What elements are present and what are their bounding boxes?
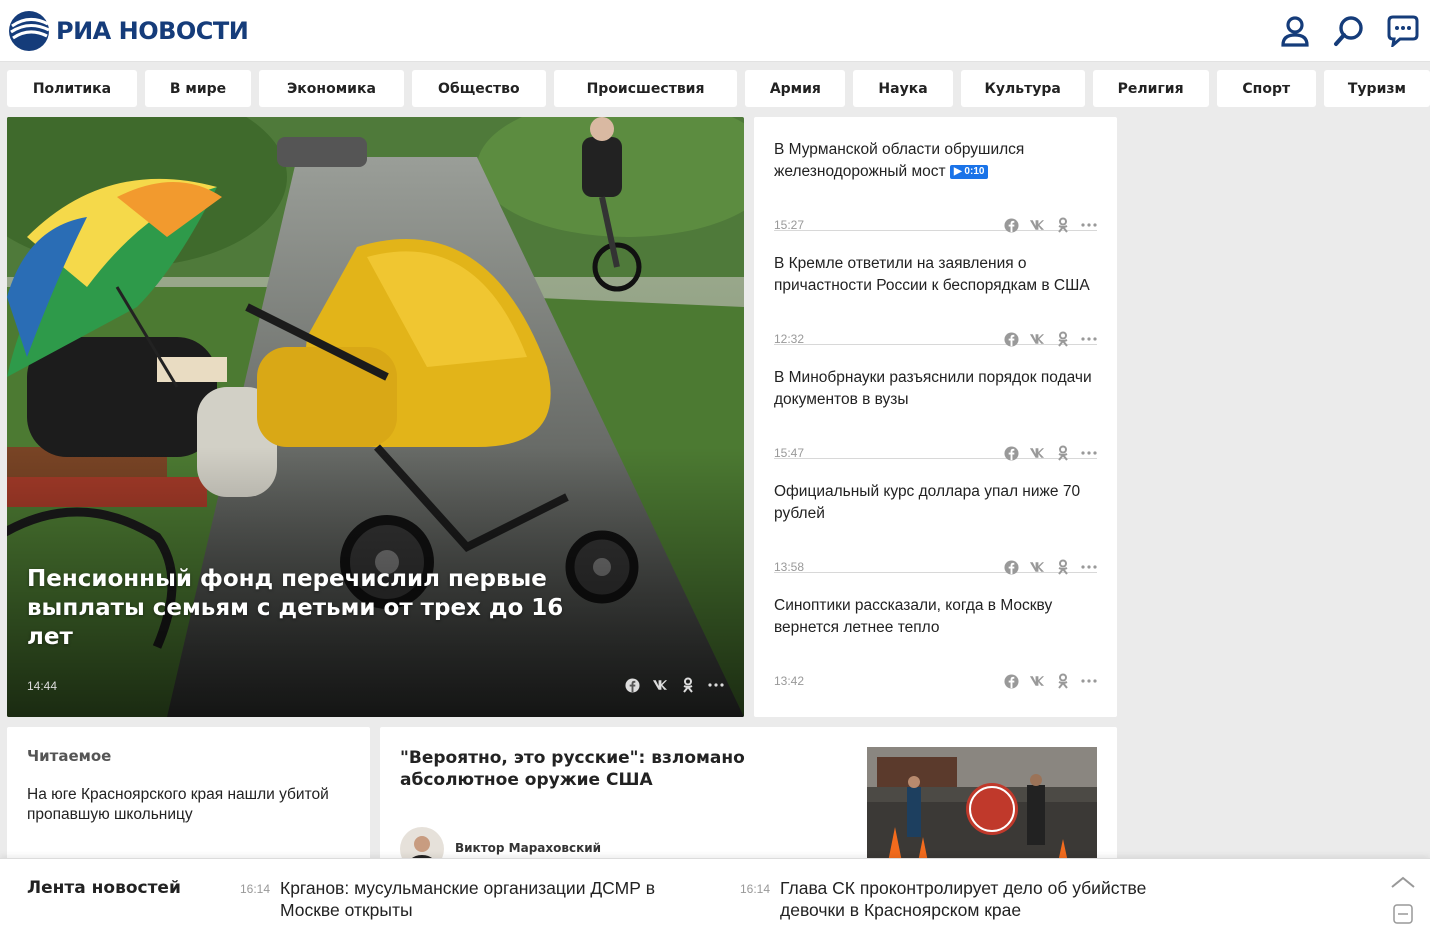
vk-icon[interactable] — [1029, 673, 1045, 689]
nav-item-society[interactable]: Общество — [411, 70, 546, 107]
share-bar — [1003, 673, 1097, 689]
news-item[interactable]: В Минобрнауки разъяснили порядок подачи … — [774, 345, 1097, 461]
site-header: РИА НОВОСТИ — [0, 0, 1430, 62]
ok-icon[interactable] — [680, 677, 696, 693]
hero-article[interactable]: Пенсионный фонд перечислил первые выплат… — [7, 117, 744, 717]
author-name[interactable]: Виктор Мараховский — [455, 841, 601, 855]
nav-item-army[interactable]: Армия — [745, 70, 846, 107]
news-title[interactable]: В Мурманской области обрушился железнодо… — [774, 139, 1094, 183]
opinion-card[interactable]: "Вероятно, это русские": взломано абсолю… — [380, 727, 1117, 871]
opinion-title[interactable]: "Вероятно, это русские": взломано абсолю… — [400, 747, 840, 791]
nav-item-culture[interactable]: Культура — [960, 70, 1085, 107]
news-item[interactable]: В Мурманской области обрушился железнодо… — [774, 117, 1097, 233]
hero-title[interactable]: Пенсионный фонд перечислил первые выплат… — [27, 565, 587, 652]
hero-time: 14:44 — [27, 679, 58, 693]
nav-item-economy[interactable]: Экономика — [259, 70, 404, 107]
ticker-label[interactable]: Лента новостей — [27, 878, 181, 898]
opinion-photo[interactable] — [867, 747, 1097, 867]
nav-item-science[interactable]: Наука — [853, 70, 953, 107]
news-title[interactable]: В Кремле ответили на заявления о причаст… — [774, 253, 1094, 297]
news-ticker: Лента новостей 16:14 Крганов: мусульманс… — [0, 858, 1430, 934]
nav-item-sport[interactable]: Спорт — [1216, 70, 1316, 107]
ria-logo-icon — [9, 11, 50, 51]
ticker-text[interactable]: Крганов: мусульманские организации ДСМР … — [280, 877, 660, 921]
search-icon[interactable] — [1332, 14, 1366, 48]
ticker-text[interactable]: Глава СК проконтролирует дело об убийств… — [780, 877, 1160, 921]
most-read-heading[interactable]: Читаемое — [27, 747, 350, 765]
most-read-card: Читаемое На юге Красноярского края нашли… — [7, 727, 370, 867]
news-time: 15:47 — [774, 446, 805, 460]
news-time: 12:32 — [774, 332, 805, 346]
news-time: 13:42 — [774, 674, 805, 688]
ok-icon[interactable] — [1055, 673, 1071, 689]
news-item[interactable]: В Кремле ответили на заявления о причаст… — [774, 231, 1097, 347]
vk-icon[interactable] — [652, 677, 668, 693]
ticker-time: 16:14 — [740, 882, 771, 896]
video-badge[interactable]: ▶ 0:10 — [949, 165, 989, 179]
nav-item-politics[interactable]: Политика — [7, 70, 137, 107]
news-time: 15:27 — [774, 218, 805, 232]
facebook-icon[interactable] — [624, 677, 640, 693]
more-icon[interactable] — [1081, 673, 1097, 689]
nav-item-incidents[interactable]: Происшествия — [553, 70, 738, 107]
more-icon[interactable] — [708, 677, 724, 693]
facebook-icon[interactable] — [1003, 673, 1019, 689]
user-icon[interactable] — [1278, 14, 1312, 48]
logo-text: РИА НОВОСТИ — [56, 17, 249, 45]
most-read-item[interactable]: На юге Красноярского края нашли убитой п… — [27, 785, 350, 825]
news-item[interactable]: Официальный курс доллара упал ниже 70 ру… — [774, 459, 1097, 575]
news-time: 13:58 — [774, 560, 805, 574]
nav-item-world[interactable]: В мире — [144, 70, 252, 107]
nav-item-religion[interactable]: Религия — [1092, 70, 1209, 107]
ticker-time: 16:14 — [240, 882, 271, 896]
minimize-icon[interactable] — [1393, 904, 1413, 929]
logo[interactable]: РИА НОВОСТИ — [8, 10, 249, 52]
news-title[interactable]: Синоптики рассказали, когда в Москву вер… — [774, 595, 1094, 639]
category-nav: Политика В мире Экономика Общество Проис… — [0, 70, 1430, 107]
hero-share-bar — [624, 677, 724, 693]
chat-icon[interactable] — [1386, 14, 1420, 48]
news-title[interactable]: Официальный курс доллара упал ниже 70 ру… — [774, 481, 1094, 525]
nav-item-tourism[interactable]: Туризм — [1323, 70, 1430, 107]
news-title[interactable]: В Минобрнауки разъяснили порядок подачи … — [774, 367, 1094, 411]
news-list: В Мурманской области обрушился железнодо… — [754, 117, 1117, 717]
chevron-up-icon[interactable] — [1390, 875, 1416, 894]
news-item[interactable]: Синоптики рассказали, когда в Москву вер… — [774, 573, 1097, 689]
